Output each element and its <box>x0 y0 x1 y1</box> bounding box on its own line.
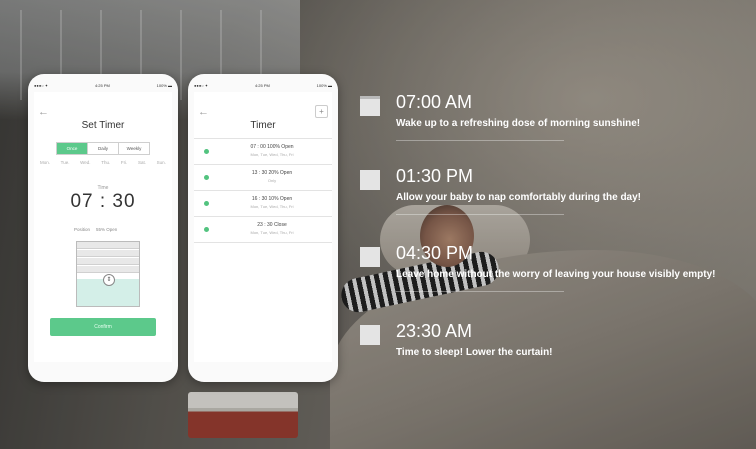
divider <box>396 140 564 141</box>
timer-row[interactable]: 07 : 00 100% Open Mon, Tue, Wed, Thu, Fr… <box>194 138 332 164</box>
timer-row[interactable]: 16 : 30 10% Open Mon, Tue, Wed, Thu, Fri <box>194 190 332 216</box>
drag-handle-icon[interactable]: ⇕ <box>103 274 115 286</box>
day-fri[interactable]: Fri. <box>121 160 128 165</box>
status-bar: ●●●○ ✦ 4:25 PM 100% ▬ <box>28 80 178 90</box>
back-arrow-icon[interactable]: ← <box>198 106 209 118</box>
enabled-dot-icon <box>204 201 209 206</box>
enabled-dot-icon <box>204 227 209 232</box>
divider <box>396 291 564 292</box>
timer-row-main: 13 : 30 20% Open <box>251 170 293 176</box>
screen-title: Timer <box>250 120 276 131</box>
position-label: Position <box>74 227 91 232</box>
curtain-slat <box>77 266 139 273</box>
schedule-description: Allow your baby to nap comfortably durin… <box>396 192 642 203</box>
timer-row-repeat: Mon, Tue, Wed, Thu, Fri <box>250 152 294 157</box>
position-row: Position 55% Open <box>74 227 117 232</box>
day-sat[interactable]: Sat. <box>138 160 146 165</box>
curtain-slat <box>77 250 139 257</box>
promo-banner: ●●●○ ✦ 4:25 PM 100% ▬ ← Set Timer Once D… <box>0 0 756 449</box>
day-sun[interactable]: Sun. <box>157 160 166 165</box>
day-thu[interactable]: Thu. <box>101 160 110 165</box>
timer-row-repeat: Mon, Tue, Wed, Thu, Fri <box>250 204 294 209</box>
day-mon[interactable]: Mon. <box>40 160 50 165</box>
set-timer-screen: ← Set Timer Once Daily Weekly Mon. Tue. … <box>34 92 172 362</box>
timer-row-main: 07 : 00 100% Open <box>250 144 294 150</box>
signal-icon: ●●●○ ✦ <box>34 82 49 88</box>
status-time: 4:25 PM <box>254 82 270 88</box>
curtain-slat <box>77 258 139 265</box>
schedule-time: 01:30 PM <box>396 166 474 186</box>
timer-list: 07 : 00 100% Open Mon, Tue, Wed, Thu, Fr… <box>194 138 332 243</box>
timer-row[interactable]: 23 : 30 Close Mon, Tue, Wed, Thu, Fri <box>194 216 332 243</box>
signal-icon: ●●●○ ✦ <box>194 82 209 88</box>
curtain-open-icon <box>360 170 380 190</box>
curtain-closed-icon <box>360 96 380 116</box>
curtain-open-icon <box>360 325 380 345</box>
timer-row-repeat: Only <box>267 178 277 183</box>
timer-row-repeat: Mon, Tue, Wed, Thu, Fri <box>250 230 294 235</box>
divider <box>396 214 564 215</box>
timer-list-screen: ← + Timer 07 : 00 100% Open Mon, Tue, We… <box>194 92 332 362</box>
day-wed[interactable]: Wed. <box>80 160 90 165</box>
schedule-time: 23:30 AM <box>396 321 473 341</box>
confirm-button[interactable]: Confirm <box>50 318 156 336</box>
enabled-dot-icon <box>204 149 209 154</box>
repeat-tabs: Once Daily Weekly <box>56 142 150 155</box>
status-bar: ●●●○ ✦ 4:25 PM 100% ▬ <box>188 80 338 90</box>
battery-icon: ▬ <box>328 82 332 88</box>
schedule-description: Leave home without the worry of leaving … <box>396 269 716 280</box>
status-battery: 100% <box>316 82 327 88</box>
timer-list-phone: ●●●○ ✦ 4:25 PM 100% ▬ ← + Timer 07 : 00 … <box>188 74 338 382</box>
timer-row-main: 16 : 30 10% Open <box>251 196 293 202</box>
back-arrow-icon[interactable]: ← <box>38 106 49 118</box>
enabled-dot-icon <box>204 175 209 180</box>
timer-row[interactable]: 13 : 30 20% Open Only <box>194 164 332 190</box>
timer-row-main: 23 : 30 Close <box>257 222 287 228</box>
battery-icon: ▬ <box>168 82 172 88</box>
day-picker: Mon. Tue. Wed. Thu. Fri. Sat. Sun. <box>40 160 166 165</box>
curtain-slat <box>77 242 139 249</box>
schedule-time: 04:30 PM <box>396 243 474 263</box>
set-timer-phone: ●●●○ ✦ 4:25 PM 100% ▬ ← Set Timer Once D… <box>28 74 178 382</box>
screen-title: Set Timer <box>81 120 125 131</box>
schedule-description: Time to sleep! Lower the curtain! <box>396 347 553 358</box>
add-timer-icon[interactable]: + <box>315 105 328 118</box>
tab-weekly[interactable]: Weekly <box>118 143 149 154</box>
curtain-position-slider[interactable]: ⇕ <box>76 241 140 307</box>
tab-once[interactable]: Once <box>57 143 87 154</box>
status-battery: 100% <box>156 82 167 88</box>
position-value: 55% Open <box>96 227 118 232</box>
day-tue[interactable]: Tue. <box>61 160 70 165</box>
time-picker-value[interactable]: 07 : 30 <box>34 191 172 213</box>
status-time: 4:25 PM <box>94 82 110 88</box>
schedule-description: Wake up to a refreshing dose of morning … <box>396 118 641 129</box>
curtain-open-icon <box>360 247 380 267</box>
tab-daily[interactable]: Daily <box>87 143 118 154</box>
schedule-time: 07:00 AM <box>396 92 473 112</box>
